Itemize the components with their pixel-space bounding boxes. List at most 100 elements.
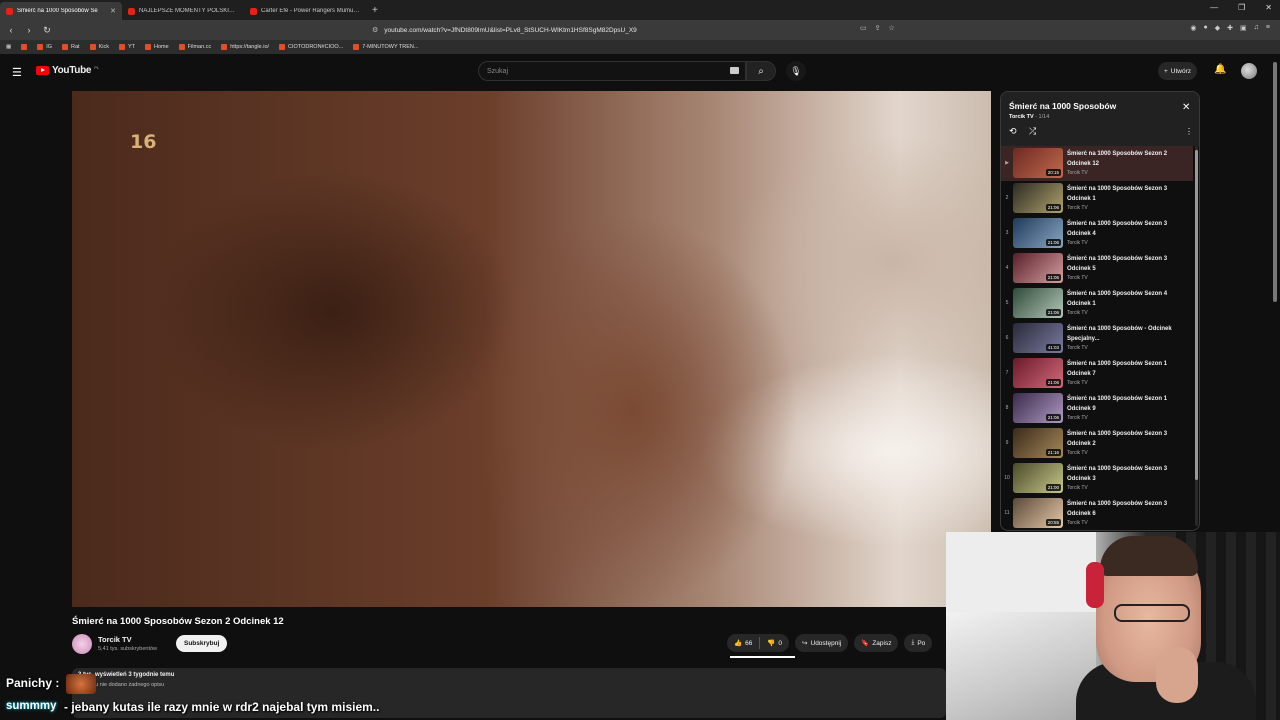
video-thumbnail[interactable]: 41:03 <box>1013 323 1063 353</box>
bookmark-item[interactable]: IG <box>37 44 52 50</box>
playlist-index: 2 <box>1005 195 1009 201</box>
minimize-icon[interactable]: — <box>1210 3 1218 12</box>
bookmark-item[interactable]: 7-MINUTOWY TREN... <box>353 44 419 50</box>
playlist-item-text: Śmierć na 1000 Sposobów Sezon 3 Odcinek … <box>1067 464 1185 491</box>
shuffle-icon[interactable]: ⤮ <box>1029 126 1036 137</box>
video-thumbnail[interactable]: 21:06 <box>1013 253 1063 283</box>
sidebar-icon[interactable]: ▣ <box>1240 24 1247 32</box>
browser-tab-2[interactable]: NAJLEPSZE MOMENTY POLSKIEGO <box>122 2 244 20</box>
close-window-icon[interactable]: ✕ <box>1265 3 1272 12</box>
search-button[interactable]: ⌕ <box>746 61 776 81</box>
bookmark-star-icon[interactable]: ☆ <box>889 24 895 32</box>
page-scrollbar[interactable] <box>1273 62 1277 302</box>
forward-icon[interactable]: › <box>22 25 36 35</box>
playlist-item[interactable]: ▶ 20:15 Śmierć na 1000 Sposobów Sezon 2 Od… <box>1001 146 1193 181</box>
menu-icon[interactable]: ≡ <box>1266 24 1270 32</box>
bookmark-item[interactable]: YT <box>118 44 135 50</box>
dislike-button[interactable]: 👎 0 <box>760 639 789 648</box>
playlist-item[interactable]: 2 21:06 Śmierć na 1000 Sposobów Sezon 3 Od… <box>1001 181 1193 216</box>
site-info-icon[interactable]: ⚙ <box>372 26 378 34</box>
close-playlist-icon[interactable]: ✕ <box>1182 102 1190 113</box>
playlist-title[interactable]: Śmierć na 1000 Sposobów <box>1009 101 1116 111</box>
playlist-item[interactable]: 11 20:55 Śmierć na 1000 Sposobów Sezon 3 O… <box>1001 496 1193 530</box>
apps-grid-icon[interactable]: ▦ <box>6 44 11 50</box>
create-button[interactable]: + Utwórz <box>1158 62 1198 80</box>
channel-name[interactable]: Torcik TV <box>98 635 132 644</box>
download-button[interactable]: ⤓ Po <box>904 634 933 652</box>
kick-icon <box>89 44 96 50</box>
browser-tab-1[interactable]: Śmierć na 1000 Sposobów Se ✕ <box>0 2 122 20</box>
bookmark-item[interactable]: Rat <box>62 44 80 50</box>
playlist-item[interactable]: 3 21:06 Śmierć na 1000 Sposobów Sezon 3 Od… <box>1001 216 1193 251</box>
playlist-item[interactable]: 7 21:06 Śmierć na 1000 Sposobów Sezon 1 Od… <box>1001 356 1193 391</box>
cast-icon[interactable]: ▭ <box>860 24 867 32</box>
video-thumbnail[interactable]: 21:00 <box>1013 463 1063 493</box>
video-thumbnail[interactable]: 20:55 <box>1013 498 1063 528</box>
puzzle-icon[interactable]: ✚ <box>1227 24 1233 32</box>
bookmark-item[interactable]: Filman.cc <box>178 44 211 50</box>
bookmark-icon <box>62 44 69 50</box>
bookmark-item[interactable]: CIOTODRON#CIOO... <box>279 44 343 50</box>
youtube-logo[interactable]: YouTube PL <box>36 65 99 76</box>
playlist-item[interactable]: 9 21:16 Śmierć na 1000 Sposobów Sezon 3 Od… <box>1001 426 1193 461</box>
more-options-icon[interactable]: ⋮ <box>1185 127 1193 136</box>
keyboard-icon[interactable] <box>730 67 739 74</box>
playlist-item-title: Śmierć na 1000 Sposobów - Odcinek Specja… <box>1067 326 1172 342</box>
url-field[interactable]: ⚙ youtube.com/watch?v=JfNDt809lmU&list=P… <box>372 23 912 37</box>
playlist-item[interactable]: 5 21:06 Śmierć na 1000 Sposobów Sezon 4 Od… <box>1001 286 1193 321</box>
save-button[interactable]: 🔖 Zapisz <box>854 634 899 652</box>
playlist-item-title: Śmierć na 1000 Sposobów Sezon 3 Odcinek … <box>1067 466 1168 482</box>
playlist-scrollbar[interactable] <box>1195 150 1198 480</box>
share-button[interactable]: ↪ Udostępnij <box>795 634 849 652</box>
video-thumbnail[interactable]: 21:06 <box>1013 183 1063 213</box>
browser-tab-3[interactable]: Carter Efe - Power Rangers Mumu Fi <box>244 2 366 20</box>
music-icon[interactable]: ♫ <box>1254 24 1259 32</box>
playlist-item-title: Śmierć na 1000 Sposobów Sezon 3 Odcinek … <box>1067 256 1168 272</box>
channel-avatar[interactable] <box>72 634 92 654</box>
video-thumbnail[interactable]: 21:06 <box>1013 218 1063 248</box>
loop-icon[interactable]: ⟲ <box>1009 126 1017 137</box>
playlist-item[interactable]: 6 41:03 Śmierć na 1000 Sposobów - Odcinek … <box>1001 321 1193 356</box>
bookmark-item[interactable]: https://tangle.io/ <box>221 44 269 50</box>
video-thumbnail[interactable]: 21:16 <box>1013 428 1063 458</box>
search-input[interactable]: Szukaj <box>478 61 746 81</box>
notifications-bell-icon[interactable]: 🔔 <box>1214 64 1226 75</box>
video-thumbnail[interactable]: 20:15 <box>1013 148 1063 178</box>
reload-icon[interactable]: ↻ <box>40 25 54 36</box>
youtube-icon <box>118 44 125 50</box>
subscribe-button[interactable]: Subskrybuj <box>176 635 228 652</box>
thumbs-up-icon: 👍 <box>734 640 743 647</box>
restore-icon[interactable]: ❐ <box>1238 3 1245 12</box>
playlist-owner[interactable]: Torcik TV <box>1009 114 1034 120</box>
hamburger-menu-icon[interactable]: ☰ <box>12 66 22 79</box>
video-player[interactable]: 16 <box>72 91 991 607</box>
bookmark-item[interactable]: Home <box>145 44 169 50</box>
close-tab-icon[interactable]: ✕ <box>110 7 116 15</box>
extension-icon[interactable]: ◉ <box>1190 24 1196 32</box>
playlist-item[interactable]: 4 21:06 Śmierć na 1000 Sposobów Sezon 3 Od… <box>1001 251 1193 286</box>
playlist-item[interactable]: 8 21:06 Śmierć na 1000 Sposobów Sezon 1 Od… <box>1001 391 1193 426</box>
glasses <box>1114 604 1190 622</box>
new-tab-icon[interactable]: + <box>372 5 378 16</box>
video-thumbnail[interactable]: 21:06 <box>1013 358 1063 388</box>
playlist-item-title: Śmierć na 1000 Sposobów Sezon 3 Odcinek … <box>1067 501 1168 517</box>
bookmark-item[interactable]: Kick <box>89 44 109 50</box>
video-thumbnail[interactable]: 21:06 <box>1013 393 1063 423</box>
like-button[interactable]: 👍 66 <box>727 639 759 648</box>
back-icon[interactable]: ‹ <box>4 25 18 35</box>
window-controls: — ❐ ✕ <box>1210 3 1272 12</box>
streamer-hair <box>1100 536 1198 576</box>
share-page-icon[interactable]: ⇪ <box>875 24 881 32</box>
download-icon: ⤓ <box>911 639 915 646</box>
playlist-item[interactable]: 10 21:00 Śmierć na 1000 Sposobów Sezon 3 O… <box>1001 461 1193 496</box>
account-avatar[interactable] <box>1241 63 1257 79</box>
extension-icon[interactable]: ● <box>1204 24 1208 32</box>
extension-icon[interactable]: ◆ <box>1215 24 1220 32</box>
bookmark-icon: 🔖 <box>861 640 870 647</box>
bookmark-item[interactable] <box>21 44 28 50</box>
voice-search-button[interactable]: 🎙 <box>786 61 806 81</box>
create-label: Utwórz <box>1170 67 1192 75</box>
playlist-items: ▶ 20:15 Śmierć na 1000 Sposobów Sezon 2 Od… <box>1001 146 1193 530</box>
video-thumbnail[interactable]: 21:06 <box>1013 288 1063 318</box>
bookmark-icon <box>178 44 185 50</box>
